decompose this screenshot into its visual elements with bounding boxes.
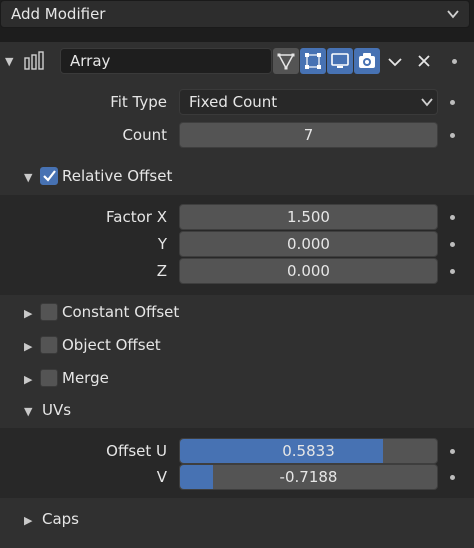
array-modifier-icon: [24, 51, 44, 70]
object-offset-label: Object Offset: [62, 336, 161, 354]
edit-mode-icon: [277, 53, 295, 70]
modifier-name-field[interactable]: Array: [60, 48, 272, 74]
collapse-triangle-icon[interactable]: ▼: [5, 55, 13, 68]
add-modifier-label: Add Modifier: [11, 5, 106, 23]
render-camera-icon: [359, 53, 375, 68]
fit-type-select[interactable]: Fixed Count: [179, 89, 438, 115]
keyframe-dot[interactable]: [450, 215, 455, 220]
relative-offset-checkbox[interactable]: [40, 167, 58, 185]
factor-x-field[interactable]: 1.500: [179, 204, 438, 230]
factor-y-label: Y: [157, 235, 167, 253]
factor-x-value: 1.500: [287, 208, 330, 226]
chevron-down-icon: [421, 98, 433, 107]
realtime-display-toggle[interactable]: [327, 48, 353, 74]
offset-u-label: Offset U: [106, 442, 167, 460]
close-icon[interactable]: [416, 53, 432, 69]
factor-x-label: Factor X: [106, 208, 167, 226]
fit-type-value: Fixed Count: [189, 93, 278, 111]
on-cage-toggle[interactable]: [300, 48, 326, 74]
caps-label: Caps: [42, 510, 80, 528]
edit-mode-toggle[interactable]: [273, 48, 299, 74]
constant-offset-checkbox[interactable]: [40, 303, 58, 321]
offset-v-slider-fill: [180, 465, 214, 489]
fit-type-label: Fit Type: [110, 93, 167, 111]
keyframe-dot[interactable]: [450, 133, 455, 138]
on-cage-icon: [305, 53, 321, 69]
uvs-label: UVs: [42, 401, 72, 419]
factor-y-field[interactable]: 0.000: [179, 231, 438, 257]
count-value: 7: [303, 126, 314, 144]
factor-z-label: Z: [156, 262, 167, 280]
relative-offset-expand-icon[interactable]: ▼: [24, 171, 32, 184]
offset-u-slider[interactable]: 0.5833: [179, 438, 438, 464]
chevron-down-icon[interactable]: [386, 53, 404, 71]
merge-checkbox[interactable]: [40, 369, 58, 387]
keyframe-dot[interactable]: [450, 449, 455, 454]
keyframe-dot[interactable]: [450, 100, 455, 105]
constant-offset-label: Constant Offset: [62, 303, 180, 321]
offset-v-label: V: [156, 468, 167, 486]
count-label: Count: [122, 126, 167, 144]
uvs-expand-icon[interactable]: ▼: [24, 405, 32, 418]
offset-v-value: -0.7188: [279, 468, 338, 486]
keyframe-dot[interactable]: [450, 269, 455, 274]
checkmark-icon: [43, 170, 56, 182]
offset-v-slider[interactable]: -0.7188: [179, 464, 438, 490]
keyframe-dot[interactable]: [450, 242, 455, 247]
count-field[interactable]: 7: [179, 122, 438, 148]
modifier-name-text: Array: [70, 52, 111, 70]
render-toggle[interactable]: [354, 48, 380, 74]
chevron-down-icon: [447, 10, 459, 19]
factor-z-field[interactable]: 0.000: [179, 258, 438, 284]
merge-expand-icon[interactable]: ▶: [24, 373, 32, 386]
offset-u-value: 0.5833: [282, 442, 335, 460]
factor-z-value: 0.000: [287, 262, 330, 280]
realtime-display-icon: [331, 53, 349, 68]
keyframe-dot[interactable]: [450, 475, 455, 480]
caps-expand-icon[interactable]: ▶: [24, 514, 32, 527]
merge-label: Merge: [62, 369, 109, 387]
relative-offset-label: Relative Offset: [62, 167, 173, 185]
object-offset-expand-icon[interactable]: ▶: [24, 340, 32, 353]
object-offset-checkbox[interactable]: [40, 336, 58, 354]
factor-y-value: 0.000: [287, 235, 330, 253]
constant-offset-expand-icon[interactable]: ▶: [24, 307, 32, 320]
add-modifier-dropdown[interactable]: Add Modifier: [0, 0, 470, 28]
options-dot[interactable]: [452, 59, 457, 64]
